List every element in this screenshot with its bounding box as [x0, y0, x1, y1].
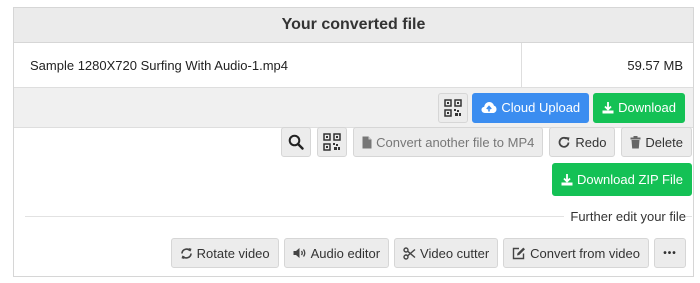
panel-title: Your converted file	[14, 8, 693, 43]
convert-another-button[interactable]: Convert another file to MP4	[353, 127, 544, 157]
download-label: Download	[618, 100, 676, 115]
rotate-icon	[180, 247, 192, 259]
video-cutter-button[interactable]: Video cutter	[394, 238, 499, 268]
qr-code-button-2[interactable]	[317, 127, 348, 157]
volume-icon	[293, 248, 306, 258]
edit-icon	[512, 247, 526, 259]
edit-toolbar: Rotate video Audio editor Video cutter C…	[170, 238, 686, 268]
file-name: Sample 1280X720 Surfing With Audio-1.mp4	[14, 43, 522, 87]
file-size: 59.57 MB	[627, 57, 683, 73]
convert-from-video-label: Convert from video	[530, 245, 640, 261]
search-button[interactable]	[281, 127, 312, 157]
actions-toolbar: Convert another file to MP4 Redo Delete	[281, 127, 692, 157]
download-button[interactable]: Download	[593, 92, 685, 123]
convert-another-label: Convert another file to MP4	[376, 134, 535, 150]
audio-editor-label: Audio editor	[310, 245, 381, 261]
cloud-upload-icon	[481, 102, 497, 113]
search-icon	[288, 134, 304, 150]
scissors-icon	[403, 246, 416, 260]
further-edit-heading: Further edit your file	[564, 209, 686, 224]
rotate-video-button[interactable]: Rotate video	[170, 238, 279, 268]
redo-button[interactable]: Redo	[549, 127, 616, 157]
download-zip-label: Download ZIP File	[577, 172, 683, 187]
file-row: Sample 1280X720 Surfing With Audio-1.mp4…	[14, 43, 693, 88]
cloud-upload-button[interactable]: Cloud Upload	[472, 92, 590, 123]
more-icon: •••	[663, 247, 677, 259]
redo-label: Redo	[575, 134, 607, 150]
delete-button[interactable]: Delete	[621, 127, 692, 157]
trash-icon	[630, 135, 641, 148]
download-icon	[561, 174, 573, 186]
more-options-button[interactable]: •••	[654, 238, 686, 268]
delete-label: Delete	[645, 134, 683, 150]
audio-editor-button[interactable]: Audio editor	[283, 238, 390, 268]
video-cutter-label: Video cutter	[420, 245, 490, 261]
download-icon	[602, 102, 614, 114]
rotate-video-label: Rotate video	[196, 245, 270, 261]
qr-code-button[interactable]	[438, 92, 469, 123]
qr-code-icon	[323, 133, 341, 151]
qr-code-icon	[444, 98, 463, 117]
download-zip-button[interactable]: Download ZIP File	[552, 163, 692, 196]
redo-icon	[558, 136, 570, 148]
file-icon	[362, 136, 372, 148]
cloud-upload-label: Cloud Upload	[501, 100, 581, 115]
convert-from-video-button[interactable]: Convert from video	[503, 238, 649, 268]
zip-row: Download ZIP File	[552, 163, 692, 196]
download-row: Cloud Upload Download	[14, 88, 693, 128]
